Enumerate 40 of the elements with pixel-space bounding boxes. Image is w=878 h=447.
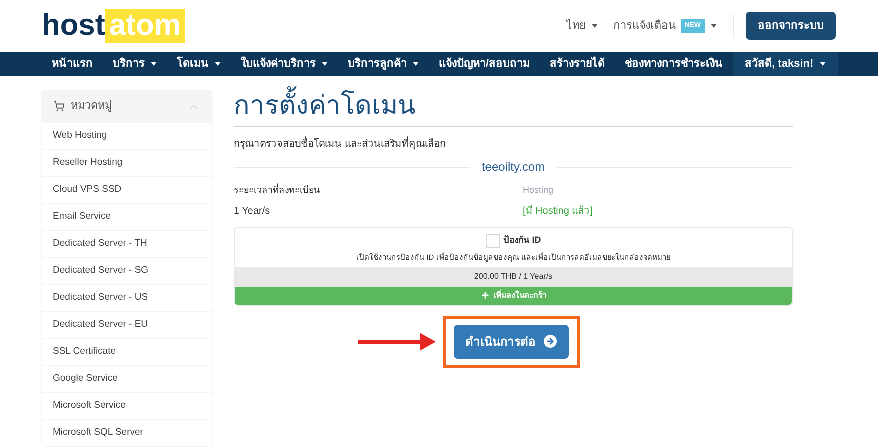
sidebar-item[interactable]: Microsoft Service [42, 392, 212, 419]
sidebar-item[interactable]: Microsoft SQL Server [42, 419, 212, 446]
nav-item[interactable]: สร้างรายได้ [540, 56, 616, 72]
page-subtitle: กรุณาตรวจสอบชื่อโดเมน และส่วนเสริมที่คุณเลือก [234, 137, 793, 152]
sidebar-item[interactable]: Google Service [42, 365, 212, 392]
logout-button[interactable]: ออกจากระบบ [746, 12, 836, 40]
nav-item[interactable]: ใบแจ้งค่าบริการ [231, 56, 338, 72]
sidebar-item[interactable]: Cloud VPS SSD [42, 176, 212, 203]
period-value: 1 Year/s [234, 204, 272, 218]
caret-icon [711, 24, 717, 28]
sidebar-item[interactable]: Web Hosting [42, 122, 212, 149]
nav-item[interactable]: โดเมน [167, 56, 231, 72]
addon-price: 200.00 THB / 1 Year/s [235, 266, 792, 287]
nav-item[interactable]: หน้าแรก [42, 56, 103, 72]
nav-item[interactable]: บริการลูกค้า [338, 56, 429, 72]
period-label: ระยะเวลาที่ลงทะเบียน [234, 184, 321, 197]
checkbox[interactable] [486, 234, 500, 248]
nav-item[interactable]: บริการ [103, 56, 167, 72]
user-menu[interactable]: สวัสดี, taksin! [733, 52, 838, 76]
sidebar-item[interactable]: Dedicated Server - US [42, 284, 212, 311]
sidebar-item[interactable]: Reseller Hosting [42, 149, 212, 176]
sidebar-title: หมวดหมู่ [71, 99, 112, 114]
addon-label: ป้องกัน ID [504, 234, 542, 247]
caret-icon [820, 62, 826, 66]
sidebar-item[interactable]: Dedicated Server - SG [42, 257, 212, 284]
plus-icon [480, 291, 490, 300]
caret-icon [592, 24, 598, 28]
nav-item[interactable]: แจ้งปัญหา/สอบถาม [429, 56, 540, 72]
sidebar-item[interactable]: SSL Certificate [42, 338, 212, 365]
nav-item[interactable]: ช่องทางการชำระเงิน [615, 56, 734, 72]
hosting-label: Hosting [523, 184, 555, 197]
hosting-status: [มี Hosting แล้ว] [523, 204, 594, 218]
sidebar-item[interactable]: Dedicated Server - TH [42, 230, 212, 257]
top-menu-link[interactable]: ไทย [566, 18, 598, 34]
cart-icon [54, 101, 65, 112]
continue-button[interactable]: ดำเนินการต่อ [454, 324, 568, 359]
sidebar-item[interactable]: Email Service [42, 203, 212, 230]
sidebar-item[interactable]: Dedicated Server - EU [42, 311, 212, 338]
arrow-icon [358, 332, 438, 352]
domain-name: teeoilty.com [480, 159, 546, 176]
